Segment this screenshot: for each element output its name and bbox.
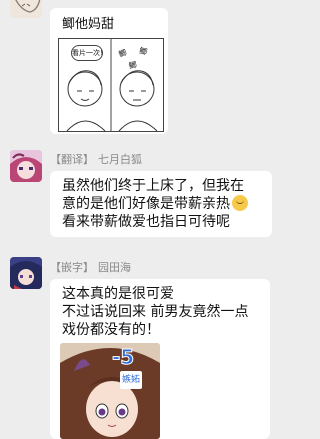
- message-3-line-1: 这本真的是很可爱: [62, 286, 174, 302]
- sub-badge: 嫉妬: [120, 371, 143, 389]
- anime-illustration: [60, 343, 160, 439]
- message-2-line-3: 看来带薪做爱也指日可待呢: [62, 214, 230, 230]
- avatar-typesetter[interactable]: [10, 257, 42, 289]
- sender-tag: 【翻译】: [50, 153, 94, 166]
- message-bubble-3[interactable]: 这本真的是很可爱 不过话说回来 前男友竟然一点 戏份都没有的！ -5 嫉妬: [50, 279, 270, 439]
- avatar-translator-image: [10, 150, 42, 182]
- comic-image-1[interactable]: 看片一次! 鲫 鲫 鲫: [58, 38, 164, 132]
- avatar-top-image: [10, 0, 42, 18]
- comic-left-text: 看片一次!: [72, 49, 103, 57]
- avatar-typesetter-image: [10, 257, 42, 289]
- message-2-line-2: 意的是他们好像是带薪亲热: [62, 195, 248, 213]
- sender-translator: 【翻译】 七月白狐: [50, 151, 142, 167]
- message-3-line-2: 不过话说回来 前男友竟然一点: [62, 304, 249, 320]
- sender-typesetter: 【嵌字】 园田海: [50, 259, 131, 275]
- score-badge: -5: [111, 345, 135, 370]
- message-2-line-2-text: 意的是他们好像是带薪亲热: [62, 196, 230, 212]
- avatar-top[interactable]: [10, 0, 42, 18]
- message-1-line-1: 鲫他妈甜: [62, 17, 115, 32]
- comic-bubble-left: 看片一次!: [71, 45, 103, 61]
- message-bubble-2[interactable]: 虽然他们终于上床了，但我在 意的是他们好像是带薪亲热 看来带薪做爱也指日可待呢: [50, 171, 272, 237]
- message-3-line-3: 戏份都没有的！: [62, 322, 160, 338]
- message-2-line-1: 虽然他们终于上床了，但我在: [62, 178, 244, 194]
- sender-name: 园田海: [98, 261, 131, 274]
- avatar-translator[interactable]: [10, 150, 42, 182]
- anime-image[interactable]: -5 嫉妬: [60, 343, 160, 439]
- sender-name: 七月白狐: [98, 153, 142, 166]
- face-with-hand-icon: [232, 195, 248, 211]
- sender-tag: 【嵌字】: [50, 261, 94, 274]
- message-bubble-1[interactable]: 鲫他妈甜 看片一次! 鲫 鲫 鲫: [50, 8, 168, 134]
